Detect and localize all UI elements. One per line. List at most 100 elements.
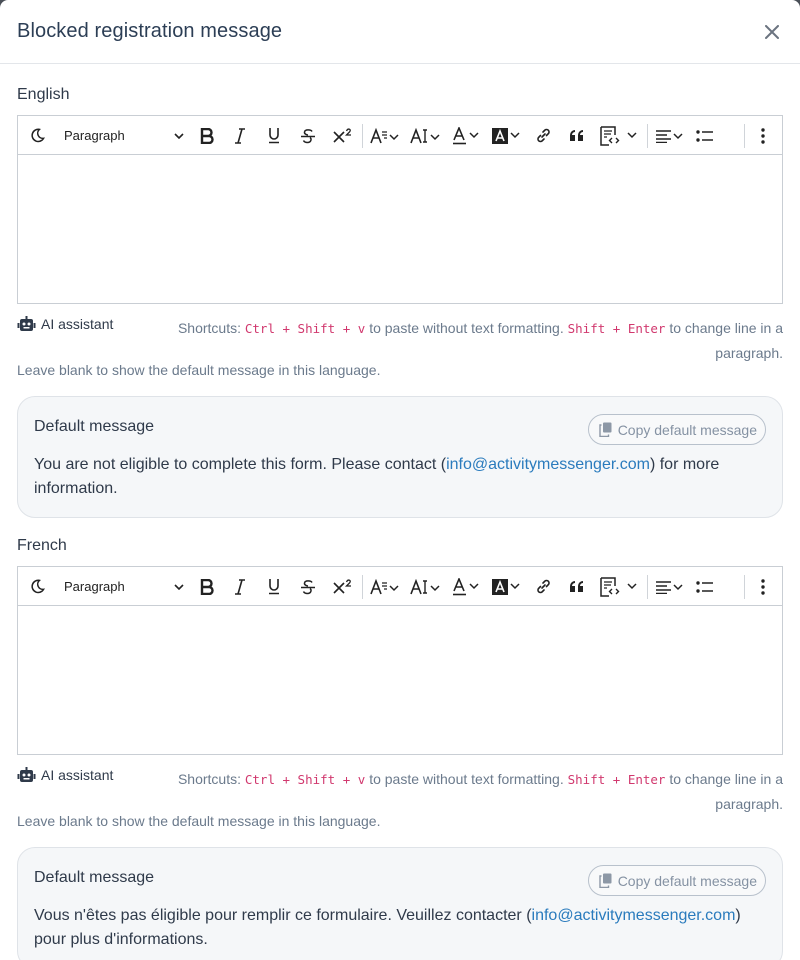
ai-assistant-button[interactable]: AI assistant [17, 767, 113, 783]
ai-assistant-button[interactable]: AI assistant [17, 316, 113, 332]
align-left-icon [656, 129, 683, 143]
paste-plain-shortcut: Ctrl + Shift + v [244, 321, 366, 336]
more-vertical-icon [761, 578, 765, 595]
italic-button[interactable] [229, 567, 251, 606]
default-message-text: You are not eligible to complete this fo… [34, 453, 752, 501]
contact-email-link[interactable]: info@activitymessenger.com [532, 907, 736, 924]
theme-toggle-button[interactable] [26, 567, 48, 606]
default-message-card: Default message Copy default message Vou… [17, 847, 783, 960]
editor-toolbar: Paragraph [18, 116, 782, 155]
toolbar-divider [647, 575, 648, 599]
font-color-icon [453, 126, 479, 144]
paragraph-style-label: Paragraph [64, 128, 125, 143]
ai-assistant-label: AI assistant [41, 767, 114, 783]
editor-footer: AI assistant Shortcuts: Ctrl + Shift + v… [17, 759, 783, 812]
highlight-color-icon [492, 127, 520, 144]
robot-icon [17, 767, 36, 782]
copy-default-message-button[interactable]: Copy default message [587, 414, 766, 445]
moon-icon [30, 579, 45, 594]
background-color-button[interactable] [491, 116, 523, 155]
alignment-button[interactable] [654, 567, 686, 606]
more-options-button[interactable] [753, 116, 773, 155]
quote-icon [570, 129, 583, 141]
bulleted-list-button[interactable] [694, 116, 716, 155]
paragraph-style-select[interactable]: Paragraph [64, 116, 184, 155]
toolbar-divider [647, 124, 648, 148]
underline-button[interactable] [263, 567, 285, 606]
shortcuts-paste-text: to paste without text formatting. [369, 320, 564, 336]
shortcuts-line-text: to change line in a paragraph. [669, 771, 783, 812]
font-color-button[interactable] [452, 116, 482, 155]
default-message-before: You are not eligible to complete this fo… [34, 456, 447, 473]
editor-footer: AI assistant Shortcuts: Ctrl + Shift + v… [17, 308, 783, 361]
superscript-button[interactable] [330, 567, 356, 606]
bold-button[interactable] [196, 116, 218, 155]
paragraph-style-label: Paragraph [64, 579, 125, 594]
font-family-icon [410, 127, 440, 143]
blockquote-button[interactable] [566, 116, 588, 155]
close-icon [765, 24, 779, 39]
line-break-shortcut: Shift + Enter [567, 321, 666, 336]
link-icon [536, 579, 550, 594]
copy-default-message-label: Copy default message [617, 872, 757, 889]
robot-icon [17, 316, 36, 331]
superscript-button[interactable] [330, 116, 356, 155]
editor-content-area[interactable] [18, 155, 782, 303]
shortcuts-prefix: Shortcuts: [177, 320, 241, 336]
strikethrough-button[interactable] [297, 567, 319, 606]
contact-email-link[interactable]: info@activitymessenger.com [446, 456, 650, 473]
bulleted-list-button[interactable] [694, 567, 716, 606]
underline-button[interactable] [263, 116, 285, 155]
bullet-list-icon [696, 580, 713, 593]
language-label: English [17, 86, 70, 103]
font-family-button[interactable] [409, 567, 443, 606]
font-size-button[interactable] [369, 116, 401, 155]
modal-title: Blocked registration message [17, 20, 283, 42]
alignment-button[interactable] [654, 116, 686, 155]
superscript-icon [333, 578, 351, 594]
copy-icon [598, 422, 612, 437]
more-options-button[interactable] [753, 567, 773, 606]
line-break-shortcut: Shift + Enter [567, 772, 666, 787]
default-message-title: Default message [34, 869, 155, 886]
font-color-button[interactable] [452, 567, 482, 606]
strikethrough-button[interactable] [297, 116, 319, 155]
editor-content-area[interactable] [18, 606, 782, 754]
editor-toolbar: Paragraph [18, 567, 782, 606]
underline-icon [269, 128, 279, 144]
background-color-button[interactable] [491, 567, 523, 606]
bold-button[interactable] [196, 567, 218, 606]
italic-icon [235, 578, 245, 595]
font-size-icon [370, 578, 399, 594]
blocked-registration-modal: Blocked registration message English Par… [0, 0, 800, 960]
quote-icon [570, 580, 583, 592]
copy-default-message-label: Copy default message [617, 421, 757, 438]
default-message-text: Vous n'êtes pas éligible pour remplir ce… [34, 904, 752, 952]
source-code-button[interactable] [598, 116, 640, 155]
copy-default-message-button[interactable]: Copy default message [587, 865, 766, 896]
strikethrough-icon [301, 579, 315, 594]
strikethrough-icon [301, 128, 315, 143]
font-size-icon [370, 127, 399, 143]
close-button[interactable] [760, 20, 784, 44]
shortcuts-prefix: Shortcuts: [177, 771, 241, 787]
shortcuts-paste-text: to paste without text formatting. [369, 771, 564, 787]
italic-button[interactable] [229, 116, 251, 155]
link-button[interactable] [532, 116, 554, 155]
source-code-button[interactable] [598, 567, 640, 606]
font-family-button[interactable] [409, 116, 443, 155]
rich-text-editor: Paragraph [17, 566, 783, 755]
default-message-card: Default message Copy default message You… [17, 396, 783, 518]
toolbar-divider [744, 124, 745, 148]
font-size-button[interactable] [369, 567, 401, 606]
more-vertical-icon [761, 127, 765, 144]
link-button[interactable] [532, 567, 554, 606]
highlight-color-icon [492, 578, 520, 595]
theme-toggle-button[interactable] [26, 116, 48, 155]
blockquote-button[interactable] [566, 567, 588, 606]
paragraph-style-select[interactable]: Paragraph [64, 567, 184, 606]
underline-icon [269, 579, 279, 595]
source-code-icon [600, 576, 637, 597]
rich-text-editor: Paragraph [17, 115, 783, 304]
bold-icon [200, 127, 214, 144]
